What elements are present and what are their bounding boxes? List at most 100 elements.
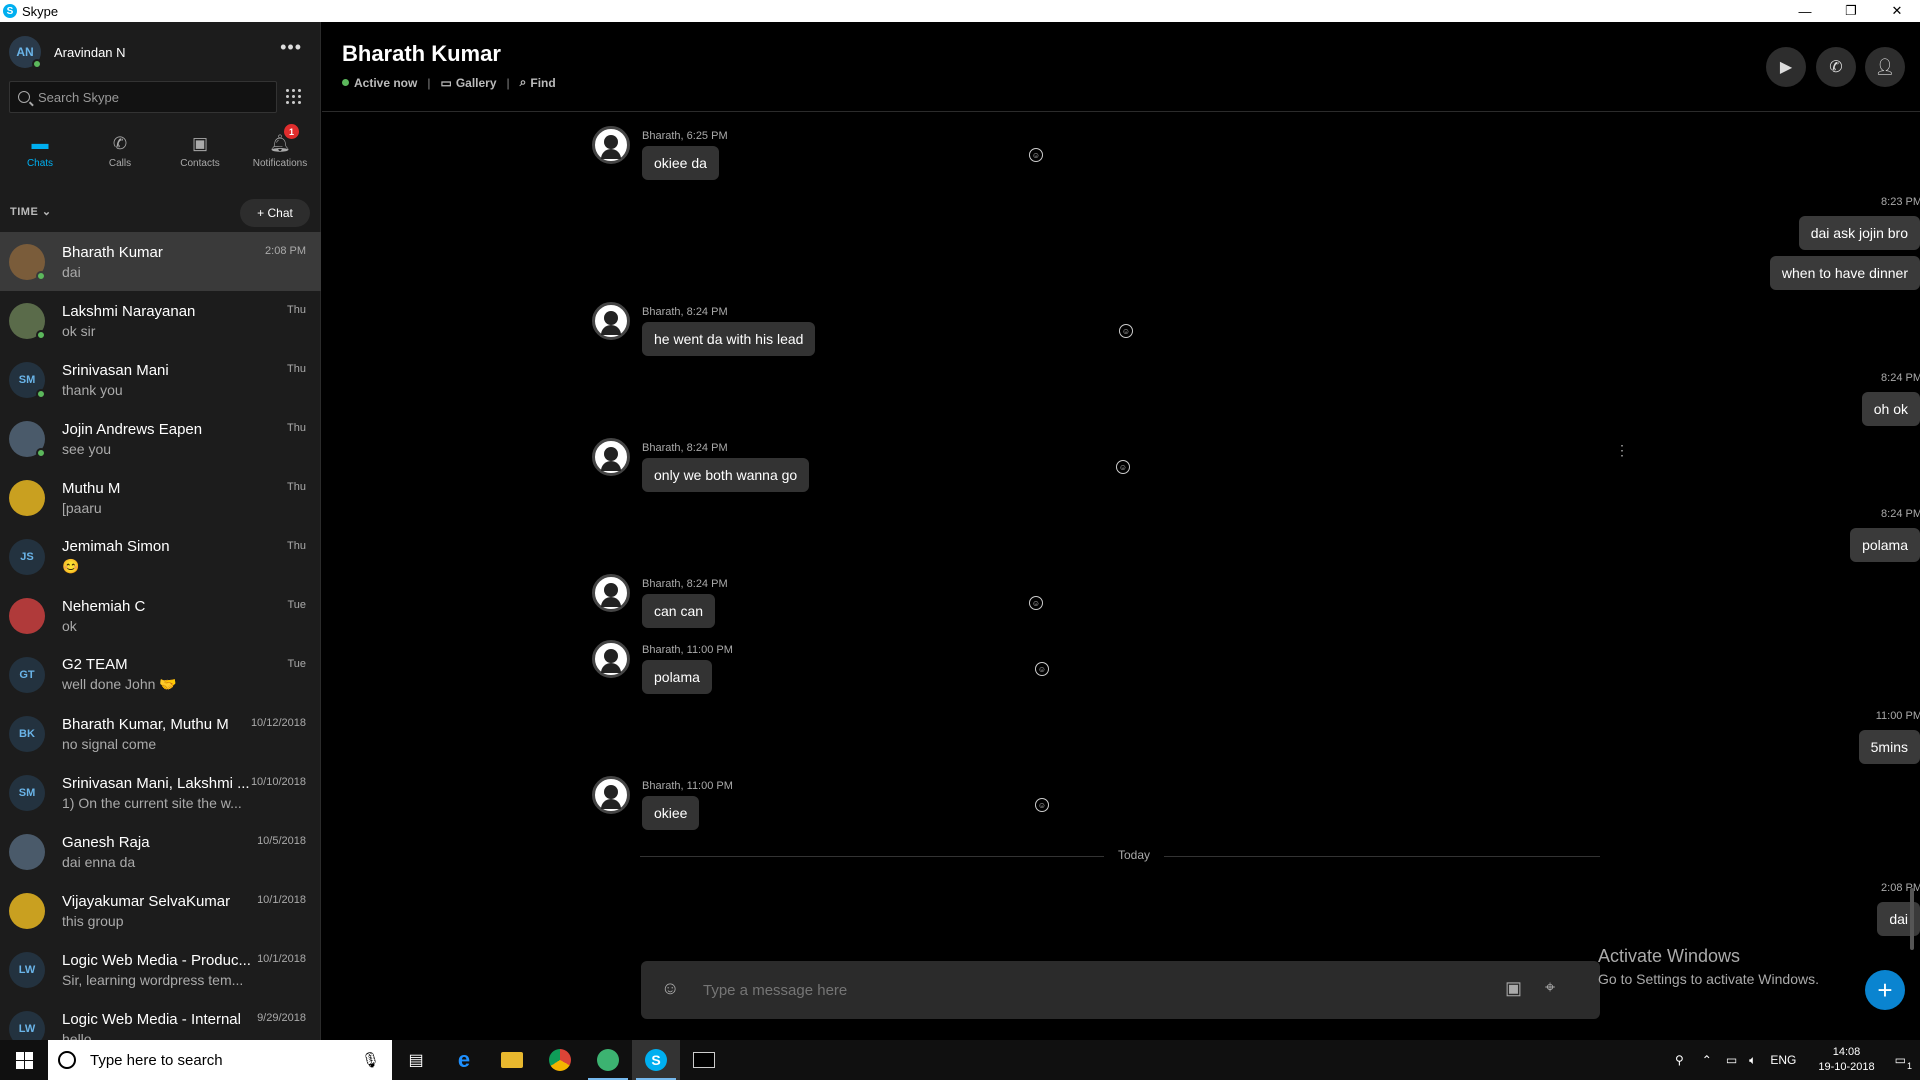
new-chat-button[interactable]: + Chat <box>240 199 310 227</box>
chat-list-item[interactable]: Muthu M [paaru Thu <box>0 468 321 527</box>
chat-list-item[interactable]: GT G2 TEAM well done John 🤝 Tue <box>0 645 321 704</box>
clock[interactable]: 14:08 19-10-2018 <box>1818 1045 1874 1075</box>
media-gallery-icon[interactable]: ▣ <box>1505 978 1522 999</box>
chat-list-item[interactable]: LW Logic Web Media - Produc... Sir, learni… <box>0 940 321 999</box>
chat-preview: ok <box>62 617 77 634</box>
chat-list-item[interactable]: Jojin Andrews Eapen see you Thu <box>0 409 321 468</box>
message-timestamp: 2:08 PM <box>1881 882 1920 894</box>
chat-time: Tue <box>287 658 306 670</box>
add-people-button[interactable]: 👤︎ <box>1865 47 1905 87</box>
restore-button[interactable]: ❐ <box>1828 0 1874 22</box>
message-bubble[interactable]: when to have dinner <box>1769 256 1920 290</box>
profile[interactable]: AN Aravindan N <box>9 36 126 69</box>
emoji-icon[interactable]: ☺ <box>661 978 679 999</box>
taskbar-terminal[interactable] <box>680 1040 728 1080</box>
message-bubble[interactable]: he went da with his lead <box>642 322 816 356</box>
sort-dropdown[interactable]: TIME ⌄ <box>10 205 52 218</box>
chat-list-item[interactable]: Ganesh Raja dai enna da 10/5/2018 <box>0 822 321 881</box>
taskbar-chrome[interactable] <box>536 1040 584 1080</box>
message-options-icon[interactable]: ⋮ <box>1615 442 1629 459</box>
close-button[interactable]: ✕ <box>1874 0 1920 22</box>
chat-preview: no signal come <box>62 735 157 752</box>
status-text: Active now <box>354 75 418 90</box>
emoji-reaction-icon[interactable]: ☺ <box>1029 596 1043 610</box>
chevron-up-icon[interactable]: ⌃ <box>1702 1053 1712 1067</box>
chat-preview: Sir, learning wordpress tem... <box>62 971 244 988</box>
volume-icon[interactable]: 🔈︎ <box>1749 1053 1756 1068</box>
online-status-icon <box>36 447 46 458</box>
location-icon[interactable]: ⌖ <box>1545 977 1555 998</box>
chat-time: 10/12/2018 <box>250 717 306 729</box>
message-bubble[interactable]: 5mins <box>1858 730 1920 764</box>
tab-calls[interactable]: ✆ Calls <box>80 120 160 182</box>
emoji-reaction-icon[interactable]: ☺ <box>1035 662 1049 676</box>
tab-chats[interactable]: ▬ Chats <box>0 120 80 182</box>
conversation-title[interactable]: Bharath Kumar <box>342 41 501 67</box>
network-icon[interactable]: ▭ <box>1726 1053 1737 1067</box>
avatar: GT <box>9 656 45 693</box>
taskbar-edge[interactable]: e <box>440 1040 488 1080</box>
chat-time: Tue <box>287 599 306 611</box>
window-title: Skype <box>22 3 59 19</box>
more-options-icon[interactable]: ••• <box>280 38 302 56</box>
video-call-button[interactable]: ▶ <box>1766 47 1806 87</box>
avatar <box>592 126 630 164</box>
tab-notifications[interactable]: 🔔︎ 1 Notifications <box>240 120 320 182</box>
message-bubble[interactable]: polama <box>642 660 712 694</box>
chat-preview: see you <box>62 440 112 457</box>
start-button[interactable] <box>0 1040 48 1080</box>
find-link[interactable]: Find <box>530 76 555 90</box>
message-bubble[interactable]: only we both wanna go <box>642 458 810 492</box>
message-bubble[interactable]: dai ask jojin bro <box>1798 216 1920 250</box>
chat-list-item[interactable]: Nehemiah C ok Tue <box>0 586 321 645</box>
chat-list-item[interactable]: BK Bharath Kumar, Muthu M no signal come 10… <box>0 704 321 763</box>
audio-call-button[interactable]: ✆ <box>1816 47 1856 87</box>
message-bubble[interactable]: can can <box>642 594 716 628</box>
chat-list-item[interactable]: Bharath Kumar dai 2:08 PM <box>0 232 321 291</box>
avatar <box>9 243 46 281</box>
chat-list-item[interactable]: SM Srinivasan Mani, Lakshmi ... 1) On the … <box>0 763 321 822</box>
chat-list-item[interactable]: JS Jemimah Simon 😊 Thu <box>0 527 321 586</box>
message-bubble[interactable]: okiee da <box>642 146 719 180</box>
emoji-reaction-icon[interactable]: ☺ <box>1116 460 1130 474</box>
message-bubble[interactable]: okiee <box>642 796 700 830</box>
task-view-button[interactable]: ▤ <box>392 1040 440 1080</box>
minimize-button[interactable]: — <box>1782 0 1828 22</box>
message-timestamp: 8:24 PM <box>1881 508 1920 520</box>
action-center-icon[interactable]: ▭ 1 <box>1895 1053 1912 1071</box>
taskbar-explorer[interactable] <box>488 1040 536 1080</box>
taskbar-skype[interactable]: S <box>632 1040 680 1080</box>
emoji-reaction-icon[interactable]: ☺ <box>1035 798 1049 812</box>
emoji-reaction-icon[interactable]: ☺ <box>1119 324 1133 338</box>
app-icon <box>597 1049 619 1071</box>
nav-tabs: ▬ Chats ✆ Calls ▣ Contacts 🔔︎ 1 Notifica… <box>0 120 321 182</box>
search-input[interactable]: Search Skype <box>9 81 277 113</box>
gallery-link[interactable]: Gallery <box>456 76 497 90</box>
tab-contacts[interactable]: ▣ Contacts <box>160 120 240 182</box>
emoji-reaction-icon[interactable]: ☺ <box>1029 148 1043 162</box>
add-person-icon: 👤︎ <box>1874 59 1896 76</box>
add-content-button[interactable]: + <box>1865 970 1905 1010</box>
chat-time: Thu <box>287 481 306 493</box>
people-icon[interactable]: ⚲ <box>1675 1053 1684 1067</box>
notification-badge: 1 <box>284 124 299 139</box>
chat-list-item[interactable]: Vijayakumar SelvaKumar this group 10/1/201… <box>0 881 321 940</box>
taskbar-search[interactable]: Type here to search 🎙︎ <box>48 1040 392 1080</box>
action-center-count: 1 <box>1906 1061 1912 1071</box>
chat-list-item[interactable]: Lakshmi Narayanan ok sir Thu <box>0 291 321 350</box>
language-indicator[interactable]: ENG <box>1770 1053 1796 1067</box>
message-input[interactable] <box>703 979 1403 1001</box>
message-bubble[interactable]: oh ok <box>1861 392 1920 426</box>
clock-date: 19-10-2018 <box>1818 1061 1875 1073</box>
avatar <box>592 302 630 340</box>
dialpad-icon[interactable] <box>286 89 302 105</box>
avatar: BK <box>9 715 45 752</box>
online-status-icon <box>32 59 42 69</box>
message-bubble[interactable]: polama <box>1850 528 1920 562</box>
taskbar-app[interactable] <box>584 1040 632 1080</box>
chat-list-item[interactable]: SM Srinivasan Mani thank you Thu <box>0 350 321 409</box>
chat-name: Bharath Kumar <box>62 243 163 261</box>
microphone-icon[interactable]: 🎙︎ <box>361 1051 380 1069</box>
avatar <box>592 776 630 814</box>
scrollbar[interactable] <box>1910 888 1914 950</box>
